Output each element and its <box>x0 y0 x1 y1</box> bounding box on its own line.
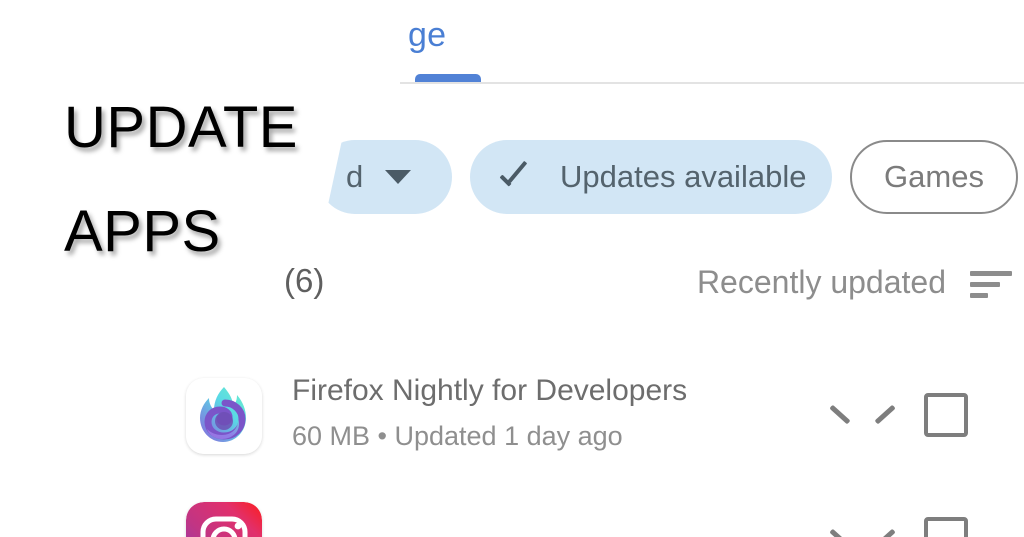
filter-chip-sort-label: d <box>346 159 364 194</box>
tab-manage[interactable]: ge <box>408 16 446 55</box>
app-select-checkbox[interactable] <box>924 393 968 437</box>
app-count: (6) <box>284 262 325 299</box>
app-list-item[interactable]: Firefox Nightly for Developers 60 MB • U… <box>0 366 1024 490</box>
filter-chip-row: d Updates available Games <box>0 140 1024 216</box>
tab-divider <box>400 82 1024 84</box>
sort-control[interactable]: Recently updated <box>697 264 1012 301</box>
app-list-item[interactable] <box>0 490 1024 537</box>
tab-strip: ge <box>0 0 1024 88</box>
sort-label: Recently updated <box>696 264 946 300</box>
chevron-down-icon <box>385 170 412 184</box>
check-icon <box>500 164 534 190</box>
chevron-down-icon[interactable] <box>832 526 872 537</box>
filter-chip-updates-label: Updates available <box>560 159 807 194</box>
app-select-checkbox[interactable] <box>924 517 968 537</box>
filter-chip-games-label: Games <box>884 159 984 194</box>
chevron-down-icon[interactable] <box>832 402 872 426</box>
sort-icon <box>970 268 1012 298</box>
filter-chip-updates-available[interactable]: Updates available <box>470 140 832 214</box>
list-subheader: (6) Recently updated <box>0 262 1024 324</box>
filter-chip-games[interactable]: Games <box>850 140 1018 214</box>
app-list-item-text: Firefox Nightly for Developers 60 MB • U… <box>292 372 687 454</box>
filter-chip-sort[interactable]: d <box>326 140 452 214</box>
app-update-list: Firefox Nightly for Developers 60 MB • U… <box>0 366 1024 537</box>
instagram-icon <box>186 502 262 537</box>
firefox-nightly-icon <box>186 378 262 454</box>
app-name: Firefox Nightly for Developers <box>292 374 688 407</box>
app-meta: 60 MB • Updated 1 day ago <box>292 421 623 451</box>
play-store-manage-screen: ge d Updates available Games (6) Recentl… <box>0 0 1024 537</box>
